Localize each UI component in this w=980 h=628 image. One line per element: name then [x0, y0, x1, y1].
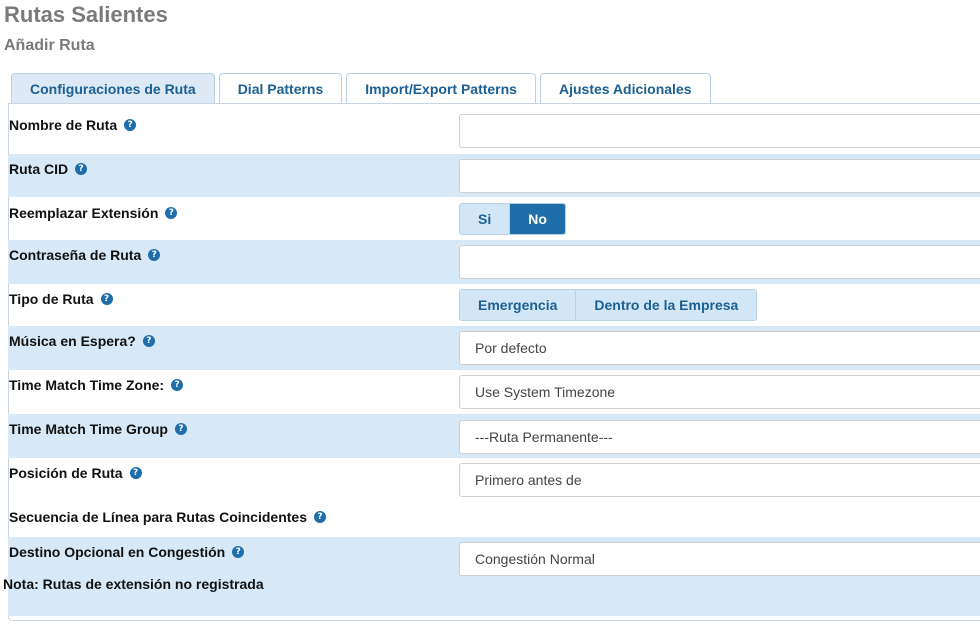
music-on-hold-select[interactable]: Por defecto — [459, 331, 980, 365]
time-group-label: Time Match Time Group ? — [9, 421, 187, 437]
time-zone-select[interactable]: Use System Timezone — [459, 375, 980, 409]
route-cid-label: Ruta CID ? — [9, 161, 88, 177]
help-icon[interactable]: ? — [100, 293, 113, 305]
unregistered-extension-note: Nota: Rutas de extensión no registrada — [3, 576, 264, 592]
congestion-destination-select[interactable]: Congestión Normal — [459, 542, 980, 576]
help-icon[interactable]: ? — [148, 249, 161, 261]
time-zone-label: Time Match Time Zone: ? — [9, 377, 184, 393]
route-position-select[interactable]: Primero antes de — [459, 463, 980, 497]
tab-dial-patterns[interactable]: Dial Patterns — [218, 73, 343, 104]
tab-import-export-patterns[interactable]: Import/Export Patterns — [346, 73, 536, 104]
route-cid-input[interactable] — [459, 159, 980, 193]
override-extension-yes-button[interactable]: Si — [460, 204, 511, 234]
help-icon[interactable]: ? — [142, 335, 155, 347]
trunk-sequence-label: Secuencia de Línea para Rutas Coincident… — [9, 509, 326, 525]
route-type-emergency-button[interactable]: Emergencia — [460, 290, 577, 320]
route-name-input[interactable] — [459, 114, 980, 148]
help-icon[interactable]: ? — [314, 511, 326, 523]
route-password-input[interactable] — [459, 245, 980, 279]
override-extension-toggle: Si No — [459, 203, 566, 235]
help-icon[interactable]: ? — [232, 546, 245, 558]
route-password-label: Contraseña de Ruta ? — [9, 247, 161, 263]
help-icon[interactable]: ? — [165, 207, 178, 219]
route-type-intra-company-button[interactable]: Dentro de la Empresa — [576, 290, 757, 320]
tab-route-settings[interactable]: Configuraciones de Ruta — [11, 73, 215, 104]
time-group-select[interactable]: ---Ruta Permanente--- — [459, 420, 980, 454]
music-on-hold-label: Música en Espera? ? — [9, 333, 155, 349]
help-icon[interactable]: ? — [171, 379, 184, 391]
congestion-destination-label: Destino Opcional en Congestión ? — [9, 544, 245, 560]
route-type-toggle: Emergencia Dentro de la Empresa — [459, 289, 758, 321]
route-name-label: Nombre de Ruta ? — [9, 117, 137, 133]
override-extension-label: Reemplazar Extensión ? — [9, 205, 178, 221]
help-icon[interactable]: ? — [75, 163, 88, 175]
page-title: Rutas Salientes — [4, 2, 168, 27]
route-type-label: Tipo de Ruta ? — [9, 291, 113, 307]
help-icon[interactable]: ? — [174, 423, 187, 435]
page-subtitle: Añadir Ruta — [4, 37, 95, 54]
route-position-label: Posición de Ruta ? — [9, 465, 142, 481]
help-icon[interactable]: ? — [129, 467, 142, 479]
tab-bar: Configuraciones de Ruta Dial Patterns Im… — [11, 73, 711, 104]
help-icon[interactable]: ? — [124, 119, 137, 131]
tab-additional-settings[interactable]: Ajustes Adicionales — [539, 73, 711, 104]
override-extension-no-button[interactable]: No — [510, 204, 565, 234]
